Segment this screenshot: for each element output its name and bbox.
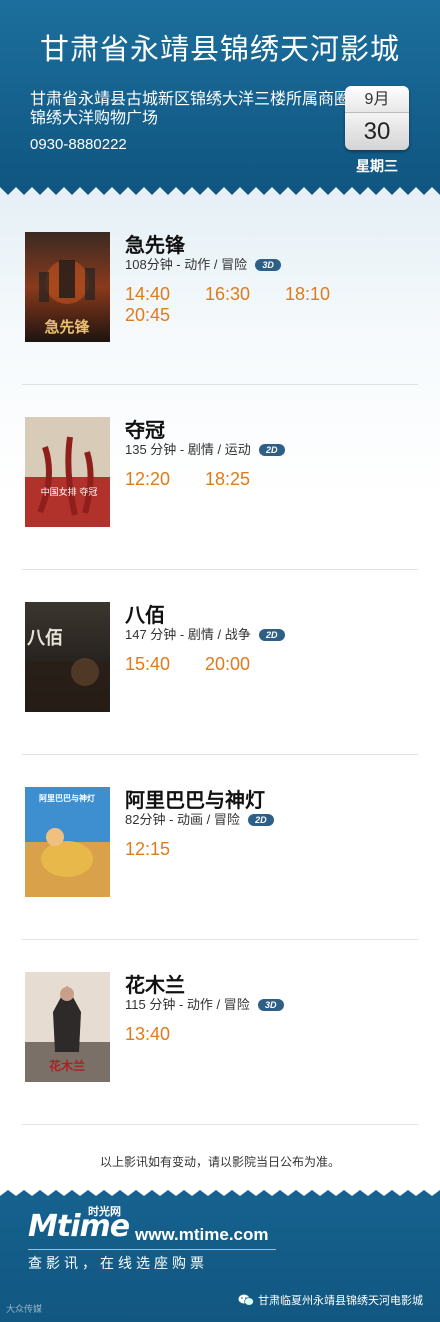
cinema-header: 甘肃省永靖县锦绣天河影城 甘肃省永靖县古城新区锦绣大洋三楼所属商圈锦绣大洋购物广… [0, 0, 440, 201]
cinema-address: 甘肃省永靖县古城新区锦绣大洋三楼所属商圈锦绣大洋购物广场 [30, 91, 351, 127]
format-badge: 2D [258, 444, 285, 456]
cinema-title: 甘肃省永靖县锦绣天河影城 [39, 32, 400, 66]
format-badge: 3D [257, 999, 284, 1011]
movie-duration-genre: 115 分钟 - 动作 / 冒险 [125, 997, 250, 1012]
movie-duration-genre: 82分钟 - 动画 / 冒险 [125, 812, 240, 827]
divider [22, 1124, 418, 1125]
schedule-notice: 以上影讯如有变动，请以影院当日公布为准。 [99, 1155, 340, 1169]
showtime[interactable]: 18:25 [205, 469, 285, 490]
movie-poster[interactable]: 中国女排 夺冠 [25, 417, 110, 527]
slogan-divider [28, 1249, 276, 1250]
showtime[interactable]: 14:40 [125, 284, 205, 305]
showtime-list: 12:15 [125, 839, 205, 860]
format-badge: 2D [247, 814, 274, 826]
poster-title-text: 阿里巴巴与神灯 [39, 793, 95, 803]
mtime-slogan: 查影讯，在线选座购票 [28, 1255, 208, 1271]
showtime[interactable]: 16:30 [205, 284, 285, 305]
divider [22, 939, 418, 940]
showtime[interactable]: 20:45 [125, 305, 205, 326]
calendar-weekday: 星期三 [356, 158, 398, 174]
movie-duration-genre: 147 分钟 - 剧情 / 战争 [125, 627, 251, 642]
movie-duration-genre: 135 分钟 - 剧情 / 运动 [125, 442, 251, 457]
showtime[interactable]: 15:40 [125, 654, 205, 675]
mtime-footer: 时光网 Mtime www.mtime.com 查影讯，在线选座购票 甘肃临夏州… [0, 1184, 440, 1322]
divider [22, 384, 418, 385]
poster-title-text: 中国女排 夺冠 [41, 486, 98, 498]
format-badge: 2D [258, 629, 285, 641]
divider [22, 569, 418, 570]
movie-info: 147 分钟 - 剧情 / 战争 2D [125, 624, 285, 643]
showtime[interactable]: 20:00 [205, 654, 285, 675]
movie-poster[interactable]: 花木兰 [25, 972, 110, 1082]
header-zigzag-edge [0, 187, 440, 201]
movie-item[interactable]: 急先锋 急先锋 108分钟 - 动作 / 冒险 3D 14:40 16:30 18:1… [0, 232, 440, 417]
movie-duration-genre: 108分钟 - 动作 / 冒险 [125, 257, 248, 272]
showtime[interactable]: 12:15 [125, 839, 205, 860]
divider [22, 754, 418, 755]
wechat-account-name: 甘肃临夏州永靖县锦绣天河电影城 [258, 1295, 423, 1307]
mtime-logo[interactable]: Mtime [28, 1209, 130, 1244]
movie-info: 135 分钟 - 剧情 / 运动 2D [125, 439, 285, 458]
movie-poster[interactable]: 阿里巴巴与神灯 [25, 787, 110, 897]
mtime-url-link[interactable]: www.mtime.com [135, 1225, 269, 1245]
movie-info: 108分钟 - 动作 / 冒险 3D [125, 254, 282, 273]
showtime-list: 13:40 [125, 1024, 205, 1045]
movie-item[interactable]: 中国女排 夺冠 夺冠 135 分钟 - 剧情 / 运动 2D 12:20 18:25 [0, 417, 440, 602]
poster-title-text: 花木兰 [49, 1058, 85, 1073]
showtime[interactable]: 12:20 [125, 469, 205, 490]
movie-poster[interactable]: 八佰 [25, 602, 110, 712]
wechat-account[interactable]: 甘肃临夏州永靖县锦绣天河电影城 [238, 1292, 423, 1308]
movie-item[interactable]: 八佰 八佰 147 分钟 - 剧情 / 战争 2D 15:40 20:00 [0, 602, 440, 787]
wechat-icon [238, 1294, 254, 1306]
format-badge: 3D [255, 259, 282, 271]
showtime-list: 14:40 16:30 18:10 20:45 [125, 284, 440, 326]
calendar-month: 9月 [345, 86, 409, 113]
movie-item[interactable]: 花木兰 花木兰 115 分钟 - 动作 / 冒险 3D 13:40 [0, 972, 440, 1157]
movie-poster[interactable]: 急先锋 [25, 232, 110, 342]
showtime[interactable]: 13:40 [125, 1024, 205, 1045]
poster-title-text: 急先锋 [44, 318, 90, 336]
poster-title-text: 八佰 [27, 627, 63, 649]
showtime[interactable]: 18:10 [285, 284, 365, 305]
calendar-day: 30 [345, 113, 409, 150]
movie-info: 115 分钟 - 动作 / 冒险 3D [125, 994, 284, 1013]
showtime-list: 12:20 18:25 [125, 469, 285, 490]
movie-item[interactable]: 阿里巴巴与神灯 阿里巴巴与神灯 82分钟 - 动画 / 冒险 2D 12:15 [0, 787, 440, 972]
date-calendar: 9月 30 [345, 86, 409, 150]
footer-credit: 大众传媒 [6, 1304, 43, 1314]
footer-zigzag-edge [0, 1184, 440, 1196]
showtime-list: 15:40 20:00 [125, 654, 285, 675]
cinema-phone[interactable]: 0930-8880222 [30, 136, 127, 153]
movie-info: 82分钟 - 动画 / 冒险 2D [125, 809, 274, 828]
